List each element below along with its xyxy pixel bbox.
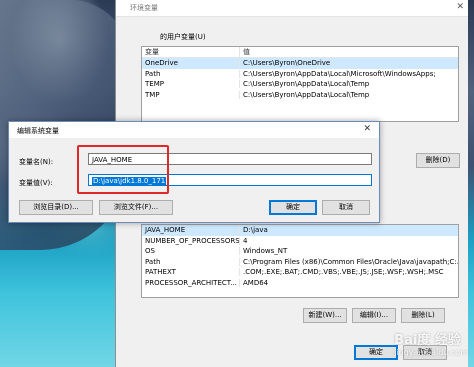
var-name: OneDrive [145, 59, 178, 68]
table-row[interactable]: PROCESSOR_ARCHITECT... AMD64 [142, 278, 458, 289]
env-titlebar: 环境变量 ✕ [116, 0, 468, 17]
var-name: PATHEXT [145, 268, 176, 277]
table-row[interactable]: TMP C:\Users\Byron\AppData\Local\Temp [142, 90, 458, 101]
variable-value-label: 变量值(V): [19, 179, 53, 187]
var-value: C:\Users\Byron\OneDrive [239, 59, 458, 68]
env-close-icon[interactable]: ✕ [456, 2, 464, 12]
dialog-title: 编辑系统变量 [17, 127, 59, 135]
col-header-value[interactable]: 值 [239, 47, 458, 57]
system-delete-button[interactable]: 删除(L) [401, 308, 445, 323]
baidu-watermark: Bai度 经验 jingyan.baidu.com [394, 329, 468, 357]
var-value: Windows_NT [239, 247, 458, 256]
highlight-annotation-box [77, 145, 169, 194]
edit-system-variable-dialog: 编辑系统变量 ✕ 变量名(N): JAVA_HOME 变量值(V): D:\ja… [8, 121, 380, 223]
user-vars-header: 变量 值 [142, 47, 458, 58]
user-vars-list[interactable]: 变量 值 OneDrive C:\Users\Byron\OneDrive Pa… [141, 46, 459, 122]
var-value: C:\Program Files (x86)\Common Files\Orac… [239, 257, 458, 266]
browse-file-button[interactable]: 浏览文件(F)... [99, 200, 173, 215]
var-value: C:\Users\Byron\AppData\Local\Microsoft\W… [239, 69, 458, 78]
dialog-close-icon[interactable]: ✕ [363, 124, 371, 134]
var-value: C:\Users\Byron\AppData\Local\Temp [239, 80, 458, 89]
table-row[interactable]: OS Windows_NT [142, 246, 458, 257]
var-name: Path [145, 257, 161, 266]
var-value: 4 [239, 236, 458, 245]
env-window-title: 环境变量 [130, 4, 158, 12]
var-value: .COM;.EXE;.BAT;.CMD;.VBS;.VBE;.JS;.JSE;.… [239, 268, 458, 277]
table-row[interactable]: Path C:\Program Files (x86)\Common Files… [142, 257, 458, 268]
browse-directory-button[interactable]: 浏览目录(D)... [19, 200, 93, 215]
col-header-name[interactable]: 变量 [142, 47, 239, 57]
var-value: AMD64 [239, 278, 458, 287]
var-name: PROCESSOR_ARCHITECT... [145, 278, 237, 287]
system-new-button[interactable]: 新建(W)... [303, 308, 347, 323]
watermark-text: Bai度 经验 [394, 333, 461, 348]
table-row[interactable]: PATHEXT .COM;.EXE;.BAT;.CMD;.VBS;.VBE;.J… [142, 267, 458, 278]
var-name: Path [145, 69, 161, 78]
system-vars-list[interactable]: JAVA_HOME D:\java NUMBER_OF_PROCESSORS 4… [141, 224, 459, 298]
watermark-subtext: jingyan.baidu.com [394, 348, 468, 357]
table-row[interactable]: OneDrive C:\Users\Byron\OneDrive [142, 58, 458, 69]
var-name: TMP [145, 90, 160, 99]
variable-name-label: 变量名(N): [19, 158, 54, 166]
var-value: C:\Users\Byron\AppData\Local\Temp [239, 90, 458, 99]
dialog-ok-button[interactable]: 确定 [269, 200, 317, 215]
table-row[interactable]: Path C:\Users\Byron\AppData\Local\Micros… [142, 69, 458, 80]
user-vars-label: 的用户变量(U) [160, 33, 206, 41]
var-value: D:\java [239, 226, 458, 235]
var-name: TEMP [145, 80, 164, 89]
user-delete-button[interactable]: 删除(D) [416, 153, 460, 168]
dialog-cancel-button[interactable]: 取消 [322, 200, 370, 215]
table-row[interactable]: NUMBER_OF_PROCESSORS 4 [142, 236, 458, 247]
table-row[interactable]: TEMP C:\Users\Byron\AppData\Local\Temp [142, 79, 458, 90]
var-name: NUMBER_OF_PROCESSORS [145, 236, 239, 245]
table-row[interactable]: JAVA_HOME D:\java [142, 225, 458, 236]
var-name: JAVA_HOME [145, 226, 186, 235]
env-ok-button[interactable]: 确定 [354, 345, 398, 360]
dialog-titlebar: 编辑系统变量 ✕ [9, 122, 379, 138]
system-edit-button[interactable]: 编辑(I)... [352, 308, 396, 323]
var-name: OS [145, 247, 155, 256]
